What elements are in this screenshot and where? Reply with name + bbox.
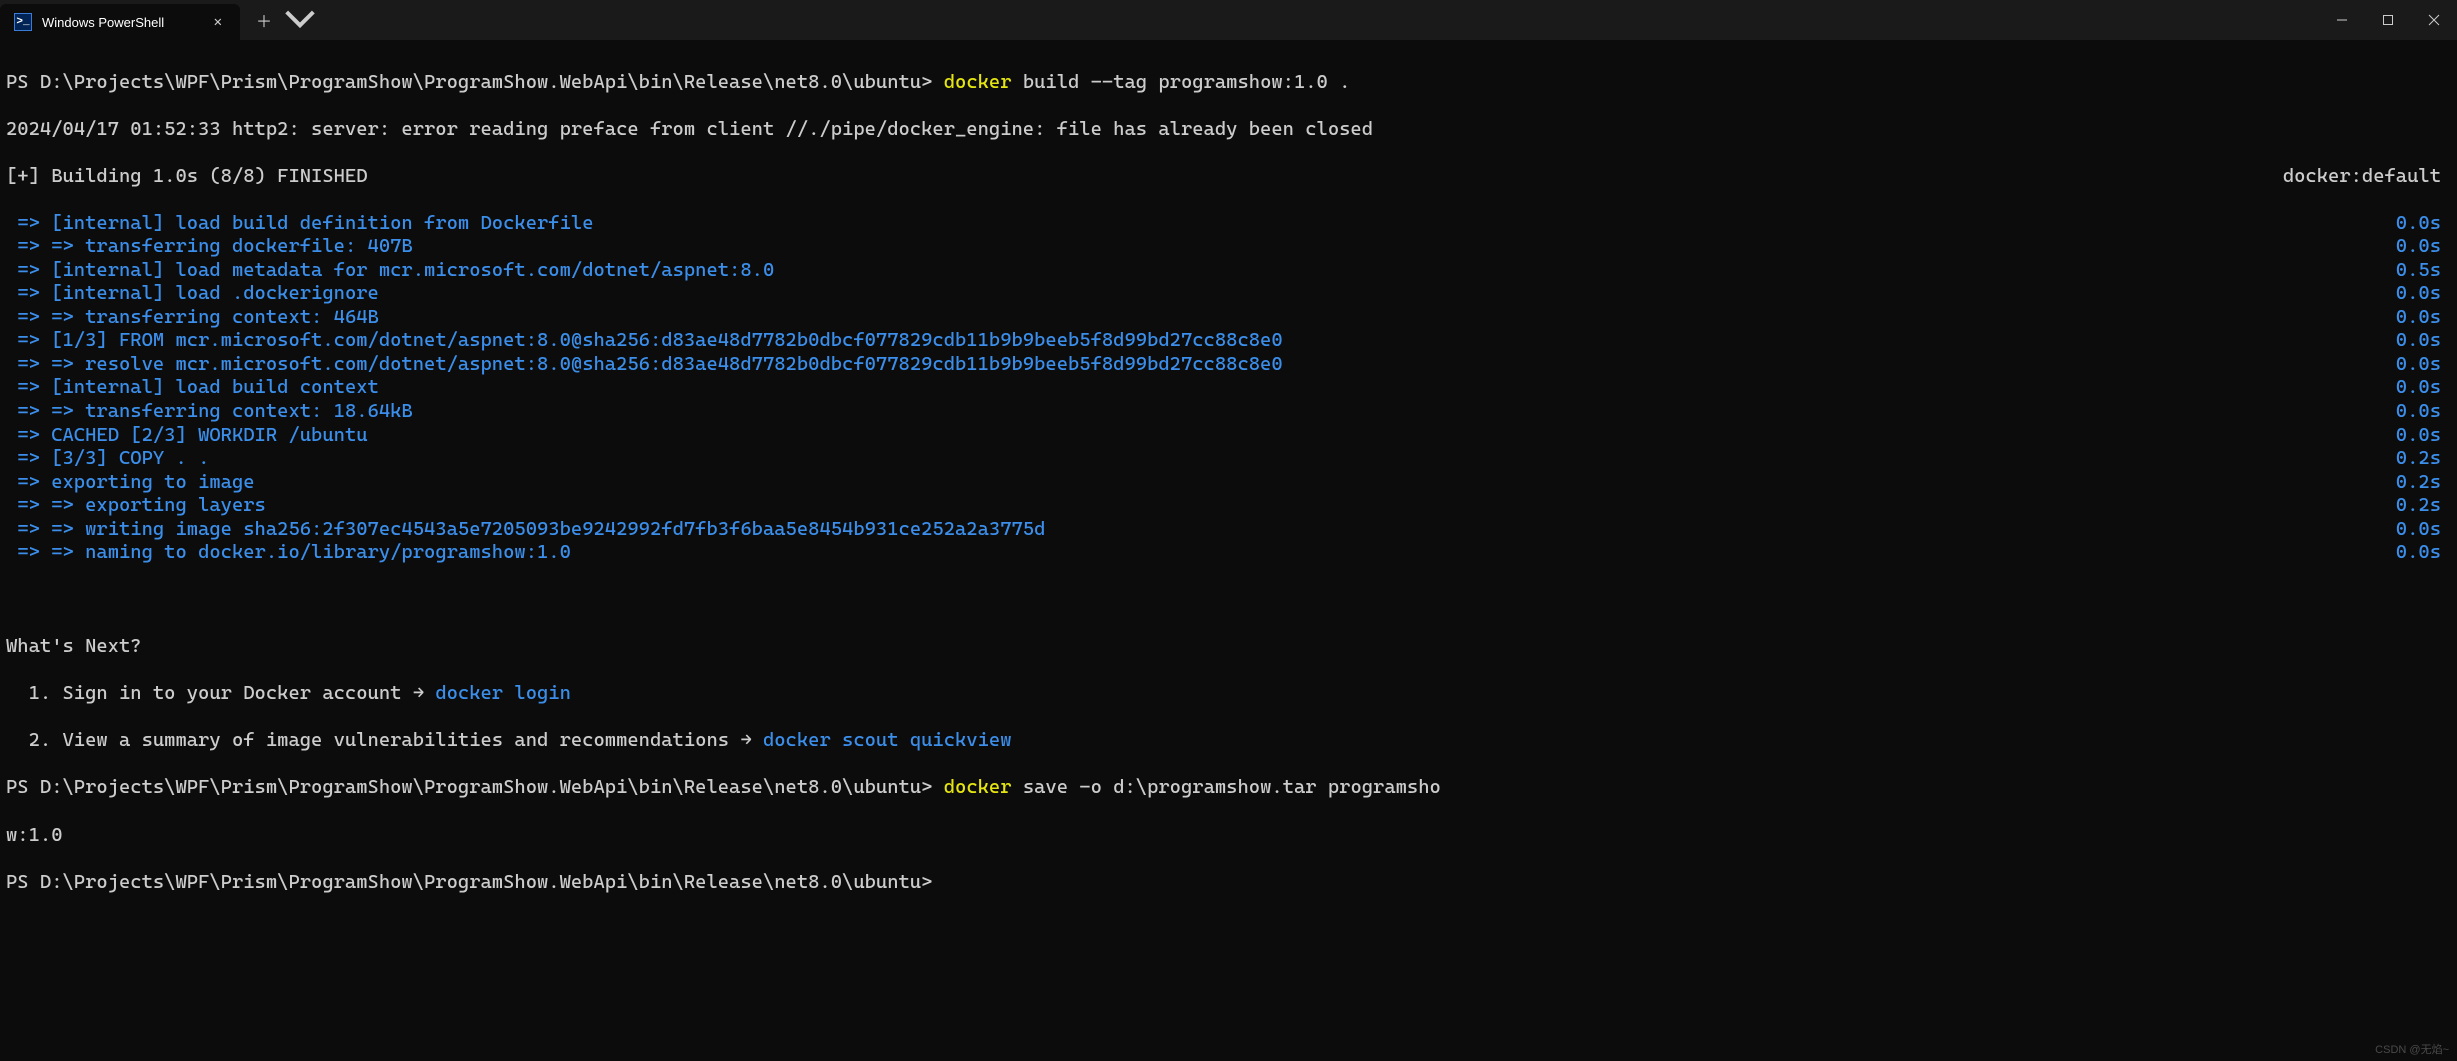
prompt-path: PS D:\Projects\WPF\Prism\ProgramShow\Pro… [6, 70, 932, 93]
build-step-text: => [internal] load metadata for mcr.micr… [17, 258, 774, 281]
build-step-time: 0.2s [2396, 446, 2451, 470]
build-step-time: 0.0s [2396, 399, 2451, 423]
close-button[interactable] [2411, 0, 2457, 40]
build-step-text: => [internal] load .dockerignore [17, 281, 379, 304]
build-step-time: 0.0s [2396, 423, 2451, 447]
build-step-text: => => transferring context: 18.64kB [17, 399, 412, 422]
build-step-time: 0.0s [2396, 375, 2451, 399]
docker-scout-hint: docker scout quickview [763, 728, 1012, 751]
build-step: => => resolve mcr.microsoft.com/dotnet/a… [6, 352, 2451, 376]
build-step: => => transferring context: 18.64kB 0.0s [6, 399, 2451, 423]
build-step-time: 0.0s [2396, 352, 2451, 376]
build-step: => => writing image sha256:2f307ec4543a5… [6, 517, 2451, 541]
prompt-line-3: PS D:\Projects\WPF\Prism\ProgramShow\Pro… [6, 870, 2451, 894]
build-step-text: => => naming to docker.io/library/progra… [17, 540, 571, 563]
titlebar: >_ Windows PowerShell ✕ ＋ [0, 0, 2457, 40]
build-step: => => transferring context: 464B 0.0s [6, 305, 2451, 329]
build-step-time: 0.2s [2396, 493, 2451, 517]
build-step-time: 0.0s [2396, 540, 2451, 564]
tab-dropdown-button[interactable] [284, 4, 316, 36]
build-step-time: 0.0s [2396, 328, 2451, 352]
tab-title: Windows PowerShell [42, 15, 200, 30]
titlebar-drag-region[interactable] [324, 0, 2319, 40]
prompt-line-1: PS D:\Projects\WPF\Prism\ProgramShow\Pro… [6, 70, 2451, 94]
whats-next-item-2: 2. View a summary of image vulnerabiliti… [6, 728, 2451, 752]
build-step: => [internal] load metadata for mcr.micr… [6, 258, 2451, 282]
build-step: => [internal] load build definition from… [6, 211, 2451, 235]
build-step-time: 0.5s [2396, 258, 2451, 282]
build-step: => [internal] load build context 0.0s [6, 375, 2451, 399]
build-step-time: 0.0s [2396, 281, 2451, 305]
error-line: 2024/04/17 01:52:33 http2: server: error… [6, 117, 2451, 141]
build-step: => => exporting layers 0.2s [6, 493, 2451, 517]
build-step: => [3/3] COPY . . 0.2s [6, 446, 2451, 470]
build-step-text: => => writing image sha256:2f307ec4543a5… [17, 517, 1045, 540]
build-step-text: => [internal] load build context [17, 375, 379, 398]
tab-close-button[interactable]: ✕ [210, 10, 226, 35]
prompt-line-2: PS D:\Projects\WPF\Prism\ProgramShow\Pro… [6, 775, 2451, 799]
prompt-line-2-wrap: w:1.0 [6, 823, 2451, 847]
cmd-exe: docker [944, 70, 1012, 93]
build-step: => => naming to docker.io/library/progra… [6, 540, 2451, 564]
build-step-text: => [1/3] FROM mcr.microsoft.com/dotnet/a… [17, 328, 1282, 351]
chevron-down-icon [284, 4, 316, 36]
build-step-text: => => transferring dockerfile: 407B [17, 234, 412, 257]
blank-line [6, 587, 2451, 611]
watermark: CSDN @无焰~ [2375, 1041, 2449, 1057]
build-step-time: 0.0s [2396, 305, 2451, 329]
build-step-text: => [internal] load build definition from… [17, 211, 593, 234]
build-step-time: 0.0s [2396, 211, 2451, 235]
build-step-time: 0.0s [2396, 234, 2451, 258]
build-step: => [internal] load .dockerignore 0.0s [6, 281, 2451, 305]
build-step-time: 0.2s [2396, 470, 2451, 494]
build-step: => [1/3] FROM mcr.microsoft.com/dotnet/a… [6, 328, 2451, 352]
build-step-text: => => exporting layers [17, 493, 266, 516]
maximize-icon [2382, 14, 2394, 26]
docker-login-hint: docker login [435, 681, 571, 704]
build-step-text: => => transferring context: 464B [17, 305, 379, 328]
build-step: => => transferring dockerfile: 407B 0.0s [6, 234, 2451, 258]
build-step-text: => [3/3] COPY . . [17, 446, 209, 469]
close-icon [2428, 14, 2440, 26]
build-step: => CACHED [2/3] WORKDIR /ubuntu 0.0s [6, 423, 2451, 447]
build-step-time: 0.0s [2396, 517, 2451, 541]
new-tab-button[interactable]: ＋ [248, 4, 280, 36]
build-step-text: => exporting to image [17, 470, 254, 493]
build-step-text: => => resolve mcr.microsoft.com/dotnet/a… [17, 352, 1282, 375]
minimize-button[interactable] [2319, 0, 2365, 40]
tab-actions: ＋ [240, 0, 324, 40]
build-header: [+] Building 1.0s (8/8) FINISHEDdocker:d… [6, 164, 2451, 188]
maximize-button[interactable] [2365, 0, 2411, 40]
build-step: => exporting to image 0.2s [6, 470, 2451, 494]
terminal-output[interactable]: PS D:\Projects\WPF\Prism\ProgramShow\Pro… [0, 40, 2457, 923]
whats-next-item-1: 1. Sign in to your Docker account → dock… [6, 681, 2451, 705]
whats-next-title: What's Next? [6, 634, 2451, 658]
minimize-icon [2336, 14, 2348, 26]
build-step-text: => CACHED [2/3] WORKDIR /ubuntu [17, 423, 367, 446]
active-tab[interactable]: >_ Windows PowerShell ✕ [0, 4, 240, 40]
cmd-args: build --tag programshow:1.0 . [1012, 70, 1351, 93]
window-controls [2319, 0, 2457, 40]
powershell-icon: >_ [14, 13, 32, 31]
